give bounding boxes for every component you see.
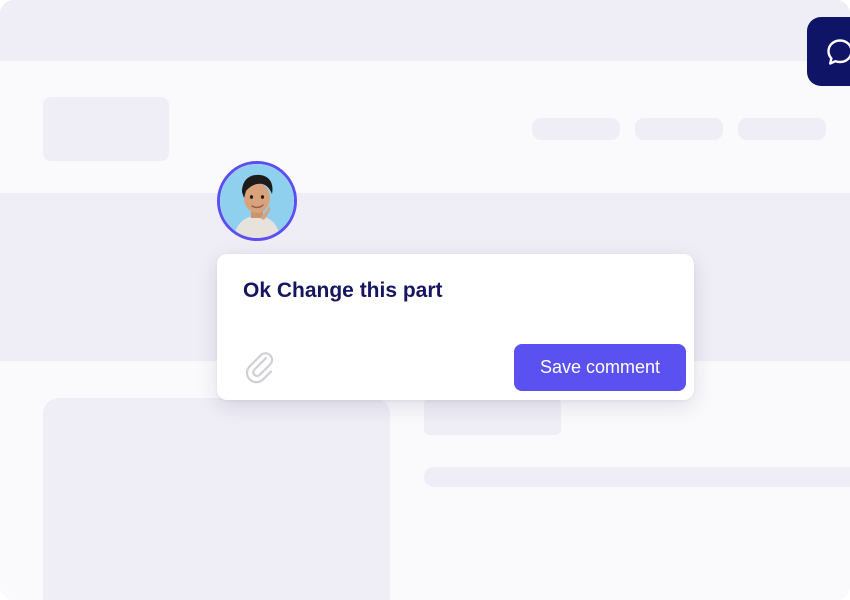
nav-item-placeholder — [738, 118, 826, 140]
header-skeleton — [0, 61, 850, 193]
nav-item-placeholder — [635, 118, 723, 140]
comment-card: Ok Change this part Save comment — [217, 254, 694, 400]
save-comment-button[interactable]: Save comment — [514, 344, 686, 391]
chat-button[interactable] — [807, 17, 850, 86]
user-avatar — [217, 161, 297, 241]
comment-text[interactable]: Ok Change this part — [243, 279, 443, 303]
text-line-placeholder — [424, 467, 850, 487]
image-placeholder — [43, 398, 390, 600]
logo-placeholder — [43, 97, 169, 161]
nav-item-placeholder — [532, 118, 620, 140]
app-mockup-frame: Ok Change this part Save comment — [0, 0, 850, 600]
chat-bubble-icon — [827, 39, 850, 65]
heading-placeholder — [424, 398, 561, 435]
paperclip-icon[interactable] — [239, 345, 279, 385]
